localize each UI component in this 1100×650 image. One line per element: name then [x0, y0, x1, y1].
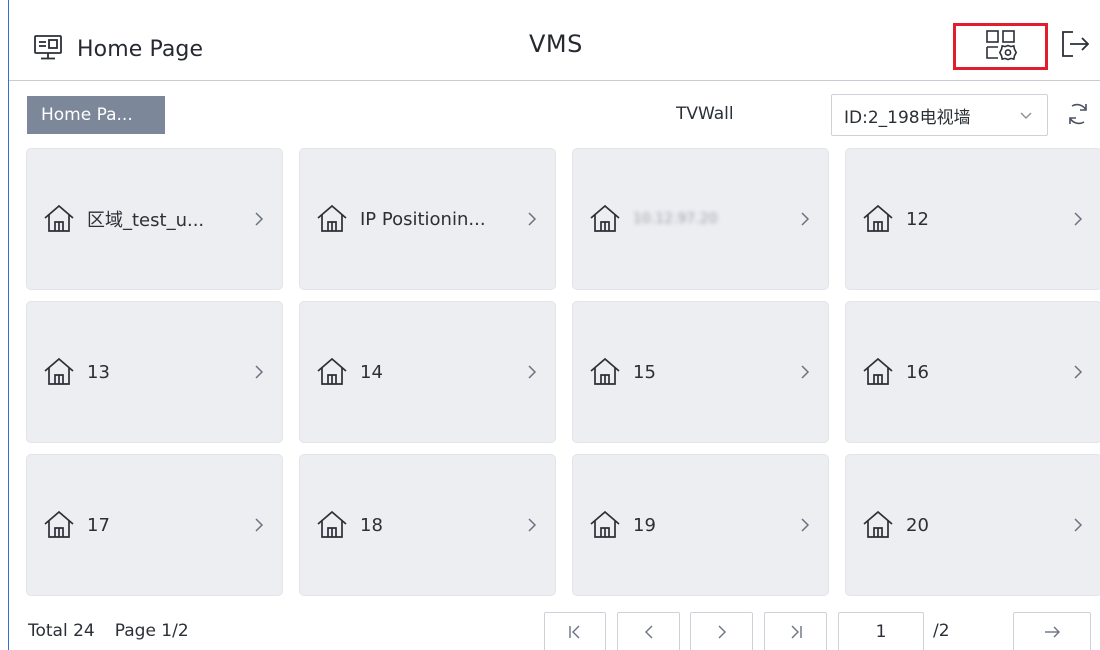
area-label: 20	[906, 514, 929, 536]
chevron-right-icon	[255, 518, 264, 532]
refresh-icon[interactable]	[1064, 100, 1092, 128]
area-label: 14	[360, 361, 383, 383]
first-page-icon	[569, 625, 580, 639]
home-icon	[44, 510, 74, 538]
tvwall-selected-value: ID:2_198电视墙	[844, 107, 971, 128]
total-count: Total 24	[28, 621, 95, 641]
area-label: 16	[906, 361, 929, 383]
breadcrumb-home[interactable]: Home Pa...	[27, 96, 165, 134]
area-label-blurred: 10.12.97.20	[633, 211, 718, 227]
monitor-icon	[33, 32, 63, 66]
page-title: Home Page	[77, 36, 204, 62]
chevron-right-icon	[528, 518, 537, 532]
area-label: 19	[633, 514, 656, 536]
left-accent-rule	[8, 0, 9, 650]
area-label: 13	[87, 361, 110, 383]
chevron-right-icon	[801, 518, 810, 532]
tvwall-select[interactable]: ID:2_198电视墙	[831, 94, 1048, 136]
chevron-right-icon	[801, 365, 810, 379]
chevron-right-icon	[801, 212, 810, 226]
home-icon	[317, 204, 347, 232]
home-icon	[317, 357, 347, 385]
area-label: 区域_test_u...	[87, 210, 205, 231]
last-page-icon	[791, 625, 802, 639]
area-tile[interactable]: 12	[845, 148, 1100, 290]
area-tile[interactable]: 15	[572, 301, 829, 443]
area-label: 12	[906, 208, 929, 230]
home-icon	[590, 510, 620, 538]
area-tile[interactable]: 17	[26, 454, 283, 596]
layout-settings-button[interactable]	[953, 23, 1048, 70]
area-label: 18	[360, 514, 383, 536]
area-label: 15	[633, 361, 656, 383]
chevron-right-icon	[1074, 365, 1083, 379]
prev-page-button[interactable]	[617, 612, 680, 650]
chevron-right-icon	[1074, 518, 1083, 532]
home-page-title: Home Page	[33, 32, 203, 66]
arrow-right-icon	[1045, 626, 1060, 638]
home-icon	[590, 357, 620, 385]
header-bar: Home Page VMS	[9, 14, 1100, 81]
area-tile[interactable]: 19	[572, 454, 829, 596]
first-page-button[interactable]	[544, 612, 606, 650]
page-number-input[interactable]: 1	[838, 612, 924, 650]
pagination-info: Total 24 Page 1/2	[28, 621, 189, 641]
tvwall-label: TVWall	[676, 104, 734, 124]
chevron-right-icon	[255, 365, 264, 379]
layout-settings-icon	[984, 28, 1018, 66]
last-page-button[interactable]	[764, 612, 827, 650]
area-tile[interactable]: IP Positionin...	[299, 148, 556, 290]
area-label: 17	[87, 514, 110, 536]
home-icon	[590, 204, 620, 232]
app-title: VMS	[529, 30, 583, 58]
chevron-left-icon	[644, 625, 652, 639]
home-icon	[44, 357, 74, 385]
chevron-down-icon	[1020, 112, 1032, 119]
area-tile[interactable]: 20	[845, 454, 1100, 596]
area-tile[interactable]: 16	[845, 301, 1100, 443]
area-tile[interactable]: 18	[299, 454, 556, 596]
area-tile[interactable]: 14	[299, 301, 556, 443]
home-icon	[317, 510, 347, 538]
chevron-right-icon	[1074, 212, 1083, 226]
total-pages: /2	[933, 621, 950, 641]
home-icon	[863, 357, 893, 385]
area-grid: 区域_test_u... IP Positionin... 10.12.97.2…	[26, 148, 1100, 596]
chevron-right-icon	[255, 212, 264, 226]
area-tile[interactable]: 10.12.97.20	[572, 148, 829, 290]
area-tile[interactable]: 13	[26, 301, 283, 443]
chevron-right-icon	[718, 625, 726, 639]
home-icon	[863, 204, 893, 232]
logout-icon	[1059, 28, 1091, 64]
home-icon	[863, 510, 893, 538]
home-icon	[44, 204, 74, 232]
page-indicator: Page 1/2	[114, 621, 189, 641]
area-tile[interactable]: 区域_test_u...	[26, 148, 283, 290]
area-label: IP Positionin...	[360, 208, 486, 230]
chevron-right-icon	[528, 212, 537, 226]
logout-button[interactable]	[1057, 28, 1093, 64]
go-to-page-button[interactable]	[1013, 612, 1091, 650]
chevron-right-icon	[528, 365, 537, 379]
next-page-button[interactable]	[690, 612, 753, 650]
